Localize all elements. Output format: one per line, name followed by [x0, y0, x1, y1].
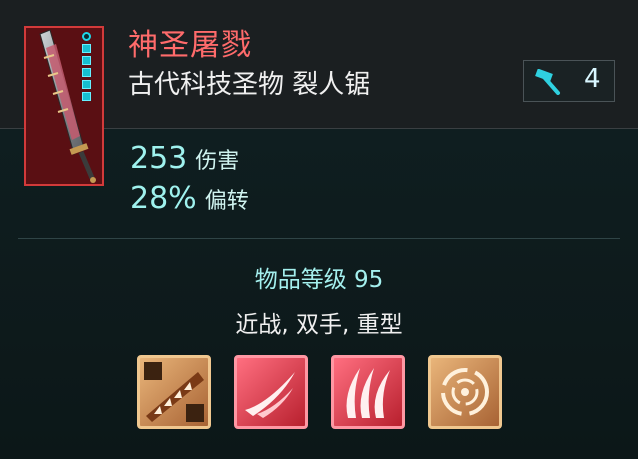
item-tooltip: 神圣屠戮 古代科技圣物 裂人锯 4 253 伤害 28% 偏转 物品等级 95 近战…	[0, 0, 638, 459]
stat-value: 253	[130, 141, 188, 176]
item-tags: 近战, 双手, 重型	[235, 312, 403, 338]
mod-slot-pip	[82, 68, 91, 77]
item-type: 古代科技圣物 裂人锯	[128, 70, 371, 100]
perk-slot[interactable]	[137, 355, 211, 429]
perk-slot[interactable]	[234, 355, 308, 429]
mod-slot-pip	[82, 80, 91, 89]
mod-slot-pip	[82, 56, 91, 65]
mod-slot-indicator	[82, 32, 92, 104]
swirl-perk-icon	[441, 368, 489, 416]
mod-slot-pip	[82, 92, 91, 101]
slash-wind-perk-icon	[245, 372, 295, 418]
stat-label: 伤害	[195, 149, 240, 174]
item-name: 神圣屠戮	[128, 28, 252, 63]
perk-slot[interactable]	[428, 355, 502, 429]
mod-slot-pip	[82, 32, 91, 41]
perk-slot[interactable]	[331, 355, 405, 429]
hammer-icon	[535, 69, 560, 95]
divider	[18, 238, 620, 239]
item-image-frame[interactable]	[24, 26, 104, 186]
stat-label: 偏转	[204, 189, 249, 214]
crafting-count: 4	[584, 64, 601, 94]
triple-slash-perk-icon	[346, 368, 390, 418]
mod-slot-pip	[82, 44, 91, 53]
stat-value: 28%	[130, 181, 197, 216]
crafting-badge: 4	[523, 60, 615, 102]
damage-stat: 253 伤害	[130, 141, 239, 176]
deflection-stat: 28% 偏转	[130, 181, 249, 216]
item-level: 物品等级 95	[254, 267, 384, 293]
saw-blade-perk-icon	[144, 362, 204, 422]
